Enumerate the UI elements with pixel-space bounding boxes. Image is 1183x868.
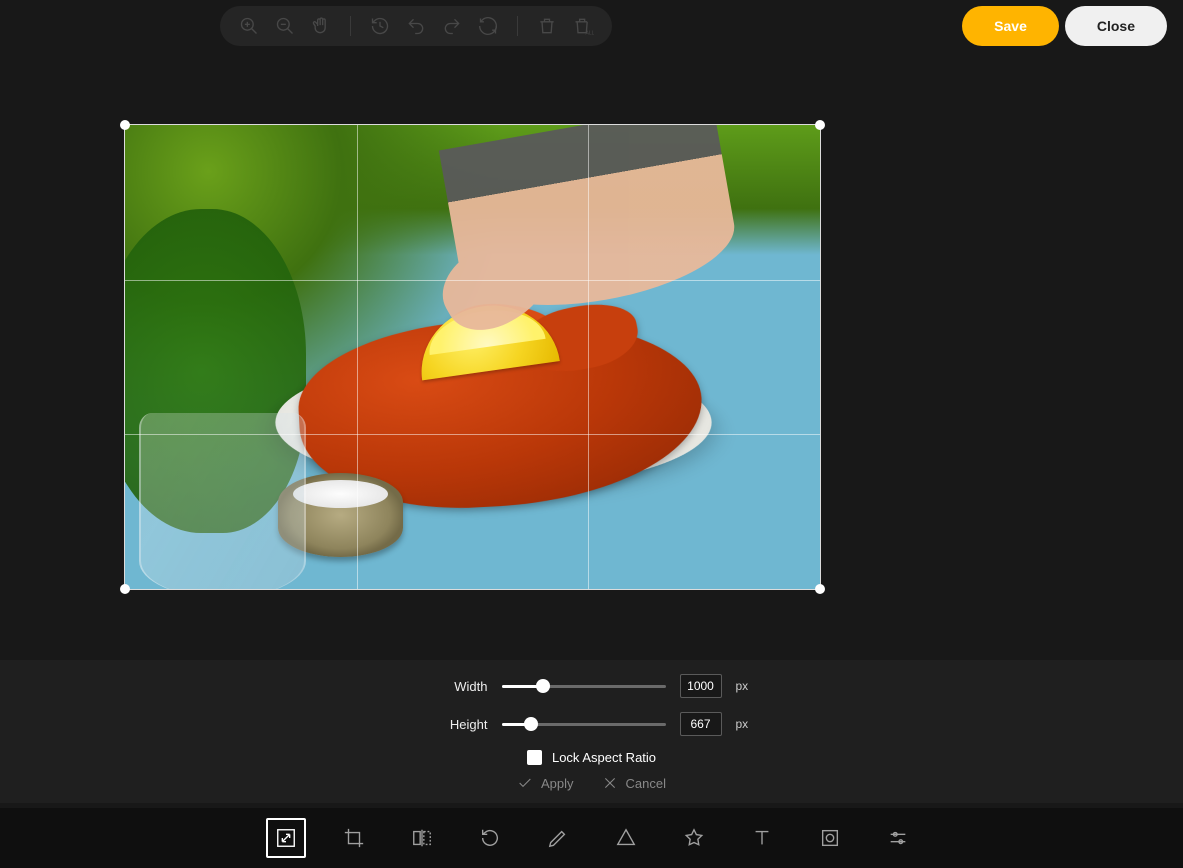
text-tool[interactable] — [742, 818, 782, 858]
crop-tool[interactable] — [334, 818, 374, 858]
width-label: Width — [428, 679, 488, 694]
draw-tool[interactable] — [538, 818, 578, 858]
height-label: Height — [428, 717, 488, 732]
resize-controls-panel: Width px Height px Lock Aspect Ratio App… — [0, 660, 1183, 803]
action-row: Apply Cancel — [0, 775, 1183, 791]
undo-icon[interactable] — [405, 15, 427, 37]
resize-handle-top-right[interactable] — [815, 120, 825, 130]
cancel-button[interactable]: Cancel — [602, 775, 666, 791]
rotate-tool[interactable] — [470, 818, 510, 858]
mask-tool[interactable] — [810, 818, 850, 858]
height-slider-thumb[interactable] — [524, 717, 538, 731]
resize-handle-top-left[interactable] — [120, 120, 130, 130]
lock-aspect-checkbox[interactable] — [527, 750, 542, 765]
apply-label: Apply — [541, 776, 574, 791]
resize-canvas[interactable] — [124, 124, 821, 590]
flip-tool[interactable] — [402, 818, 442, 858]
top-buttons: Save Close — [962, 6, 1167, 46]
lock-aspect-label: Lock Aspect Ratio — [552, 750, 656, 765]
delete-icon[interactable] — [536, 15, 558, 37]
unit-label: px — [736, 679, 756, 693]
height-slider[interactable] — [502, 723, 666, 726]
delete-all-icon[interactable]: ALL — [572, 15, 594, 37]
svg-text:ALL: ALL — [586, 30, 595, 36]
star-tool[interactable] — [674, 818, 714, 858]
zoom-in-icon[interactable] — [238, 15, 260, 37]
width-slider[interactable] — [502, 685, 666, 688]
divider — [350, 16, 351, 36]
resize-handle-bottom-left[interactable] — [120, 584, 130, 594]
resize-tool[interactable] — [266, 818, 306, 858]
adjust-tool[interactable] — [878, 818, 918, 858]
bottom-toolbar — [0, 808, 1183, 868]
resize-handle-bottom-right[interactable] — [815, 584, 825, 594]
width-row: Width px — [0, 674, 1183, 698]
reset-icon[interactable] — [477, 15, 499, 37]
save-button[interactable]: Save — [962, 6, 1059, 46]
shapes-tool[interactable] — [606, 818, 646, 858]
grid-line — [125, 434, 820, 435]
zoom-out-icon[interactable] — [274, 15, 296, 37]
history-icon[interactable] — [369, 15, 391, 37]
height-input[interactable] — [680, 712, 722, 736]
width-slider-thumb[interactable] — [536, 679, 550, 693]
apply-button[interactable]: Apply — [517, 775, 574, 791]
grid-line — [357, 125, 358, 589]
cancel-label: Cancel — [626, 776, 666, 791]
unit-label: px — [736, 717, 756, 731]
redo-icon[interactable] — [441, 15, 463, 37]
image-preview — [125, 125, 820, 589]
width-input[interactable] — [680, 674, 722, 698]
pan-hand-icon[interactable] — [310, 15, 332, 37]
close-button[interactable]: Close — [1065, 6, 1167, 46]
height-row: Height px — [0, 712, 1183, 736]
lock-aspect-row: Lock Aspect Ratio — [0, 750, 1183, 765]
image-placeholder — [125, 125, 820, 589]
grid-line — [588, 125, 589, 589]
top-toolbar: ALL — [220, 6, 612, 46]
grid-line — [125, 280, 820, 281]
divider — [517, 16, 518, 36]
